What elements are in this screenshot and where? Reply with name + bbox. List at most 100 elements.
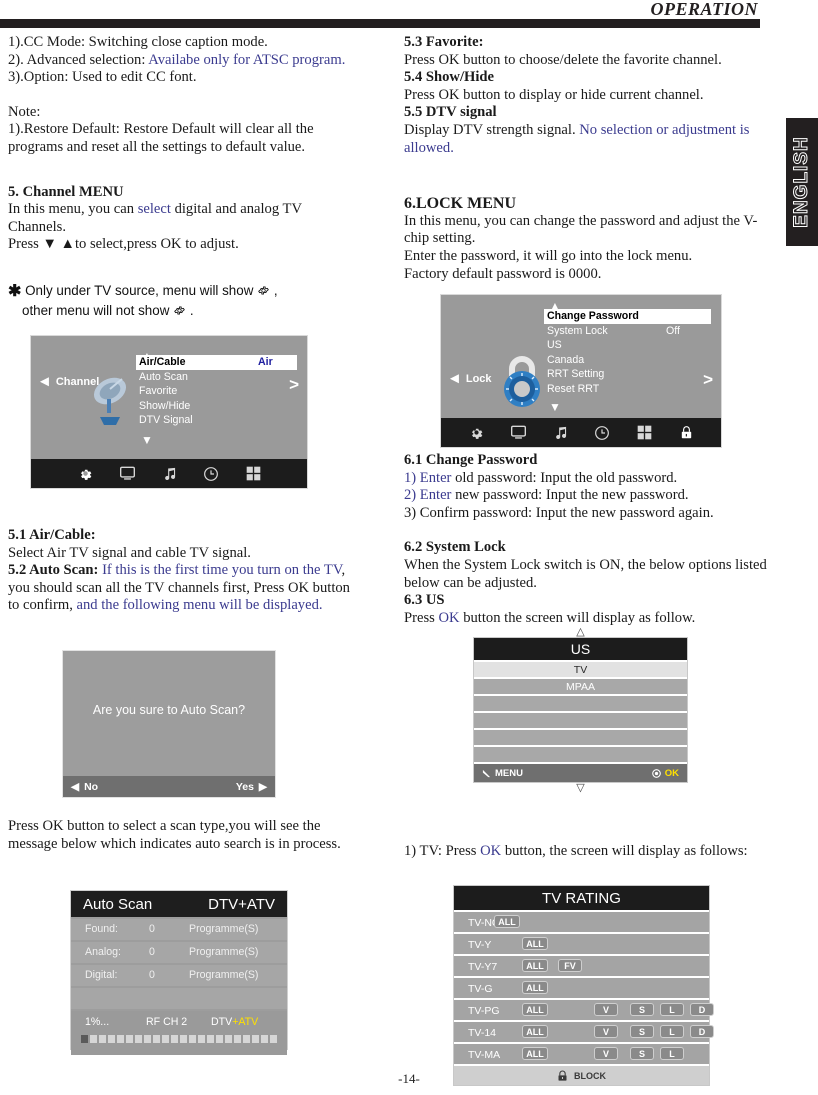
next-menu-arrow[interactable]: > <box>703 371 713 388</box>
lock-menu-heading: 6.LOCK MENU <box>404 195 516 213</box>
tv-rating-chip[interactable]: S <box>630 1025 654 1038</box>
s55-text-a: Display DTV strength signal. <box>404 121 580 138</box>
language-tab-label: ENGLISH <box>791 136 813 228</box>
scan-mode-label: DTV+ATV <box>211 1016 258 1028</box>
lock-menu-line3: Factory default password is 0000. <box>404 265 602 282</box>
row-key: Found: <box>85 923 118 935</box>
osd-row-canada[interactable]: Canada <box>544 353 711 368</box>
s63-text: Press OK button the screen will display … <box>404 610 776 628</box>
scroll-down-triangle[interactable]: ▽ <box>473 783 688 794</box>
menu-label: MENU <box>495 767 523 779</box>
gear-icon[interactable] <box>64 466 106 481</box>
tv-rating-chip[interactable]: ALL <box>522 1047 548 1060</box>
us-list-item-empty[interactable] <box>474 696 687 711</box>
gear-icon[interactable] <box>455 425 497 440</box>
us-list-item-empty[interactable] <box>474 730 687 745</box>
tv-rating-row[interactable]: TV-G ALL <box>454 978 709 998</box>
us-list-item-mpaa[interactable]: MPAA <box>474 679 687 694</box>
tv-rating-chip[interactable]: D <box>690 1025 714 1038</box>
us-list-item-empty[interactable] <box>474 747 687 762</box>
osd-row-favorite[interactable]: Favorite <box>136 384 297 399</box>
progress-segment <box>144 1035 151 1043</box>
auto-scan-row-blank <box>71 988 287 1009</box>
tv-rating-chip[interactable]: ALL <box>522 1025 548 1038</box>
progress-segment <box>162 1035 169 1043</box>
auto-scan-row-digital: Digital: 0 Programme(S) <box>71 965 287 986</box>
osd-row-us[interactable]: US <box>544 338 711 353</box>
tv-rating-chip[interactable]: ALL <box>522 981 548 994</box>
page-number: -14- <box>398 1071 420 1086</box>
tv-rating-row[interactable]: TV-Y ALL <box>454 934 709 954</box>
tv-rating-chip[interactable]: L <box>660 1025 684 1038</box>
tv-rating-chip[interactable]: L <box>660 1047 684 1060</box>
progress-segment <box>225 1035 232 1043</box>
tv-rating-row-label: TV-Y <box>468 939 492 951</box>
tv-rating-chip[interactable]: S <box>630 1003 654 1016</box>
osd-row-dtv-signal[interactable]: DTV Signal <box>136 413 297 428</box>
progress-segment <box>252 1035 259 1043</box>
tv-rating-chip[interactable]: V <box>594 1003 618 1016</box>
next-menu-arrow[interactable]: > <box>289 376 299 393</box>
tv-rating-row[interactable]: TV-NONE ALL <box>454 912 709 932</box>
tv-rating-row[interactable]: TV-14 ALL V S L D <box>454 1022 714 1042</box>
gear-icon <box>257 283 270 296</box>
tv-icon[interactable] <box>497 425 539 440</box>
tv-rating-row[interactable]: TV-PG ALL V S L D <box>454 1000 714 1020</box>
tv-rating-chip[interactable]: ALL <box>522 937 548 950</box>
auto-scan-confirm-dialog: Are you sure to Auto Scan? ◀ No Yes ▶ <box>62 650 276 798</box>
grid-icon[interactable] <box>232 466 274 481</box>
channel-menu-line1: In this menu, you can select digital and… <box>8 201 356 236</box>
prev-menu-arrow[interactable]: ◄ <box>447 371 462 386</box>
no-button[interactable]: ◀ No <box>71 781 98 793</box>
scroll-down-arrow[interactable]: ▼ <box>549 401 561 413</box>
tv-rating-chip[interactable]: ALL <box>522 1003 548 1016</box>
music-icon[interactable] <box>539 425 581 441</box>
note-label: Note: <box>8 103 41 120</box>
osd-row-air-cable[interactable]: Air/Cable Air <box>136 355 297 370</box>
menu-icon <box>482 769 491 777</box>
tv-rating-chip[interactable]: L <box>660 1003 684 1016</box>
osd-row-show-hide[interactable]: Show/Hide <box>136 399 297 414</box>
tv-note-blue: OK <box>480 843 502 859</box>
lock-osd-side: ◄ Lock <box>447 371 492 386</box>
scroll-down-arrow[interactable]: ▼ <box>141 434 153 446</box>
tv-rating-chip[interactable]: D <box>690 1003 714 1016</box>
s61-heading: 6.1 Change Password <box>404 452 538 468</box>
tv-rating-chip[interactable]: ALL <box>522 959 548 972</box>
tv-rating-chip[interactable]: S <box>630 1047 654 1060</box>
row-count: 0 <box>149 946 155 958</box>
us-list-item-tv[interactable]: TV <box>474 662 687 677</box>
tv-rating-chip[interactable]: V <box>594 1025 618 1038</box>
osd-row-system-lock[interactable]: System Lock Off <box>544 324 711 339</box>
osd-row-reset-rrt[interactable]: Reset RRT <box>544 382 711 397</box>
yes-button[interactable]: Yes ▶ <box>236 781 267 793</box>
row-unit: Programme(S) <box>189 946 259 958</box>
scroll-up-triangle[interactable]: △ <box>473 627 688 638</box>
s63-b: button the screen will display as follow… <box>459 609 696 626</box>
tv-rating-chip[interactable]: V <box>594 1047 618 1060</box>
tv-rating-chip[interactable]: ALL <box>494 915 520 928</box>
lock-icon[interactable] <box>665 425 707 440</box>
tv-rating-chip[interactable]: FV <box>558 959 582 972</box>
advanced-selection-line: 2). Advanced selection: Availabe only fo… <box>8 52 356 70</box>
page-title: OPERATION <box>650 0 758 19</box>
tv-note-text: 1) TV: Press OK button, the screen will … <box>404 843 776 861</box>
us-list-item-empty[interactable] <box>474 713 687 728</box>
menu-button[interactable]: MENU <box>482 768 523 779</box>
tv-rating-row[interactable]: TV-Y7 ALL FV <box>454 956 709 976</box>
osd-row-change-password[interactable]: Change Password <box>544 309 711 324</box>
tv-note-a: 1) TV: Press <box>404 843 481 859</box>
grid-icon[interactable] <box>623 425 665 440</box>
osd-row-auto-scan[interactable]: Auto Scan <box>136 370 297 385</box>
osd-row-rrt-setting[interactable]: RRT Setting <box>544 367 711 382</box>
tv-rating-row[interactable]: TV-MA ALL V S L <box>454 1044 709 1064</box>
clock-icon[interactable] <box>581 425 623 441</box>
tv-icon[interactable] <box>106 466 148 481</box>
row-count: 0 <box>149 969 155 981</box>
clock-icon[interactable] <box>190 466 232 482</box>
ok-button[interactable]: OK <box>651 768 679 779</box>
prev-menu-arrow[interactable]: ◄ <box>37 374 52 389</box>
music-icon[interactable] <box>148 466 190 482</box>
asterisk-note-line2-b: . <box>186 302 194 318</box>
